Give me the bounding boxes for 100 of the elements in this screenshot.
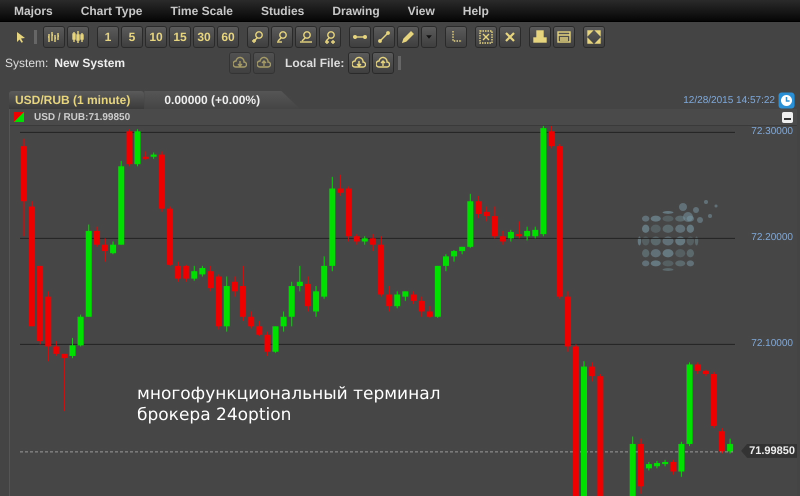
candlestick [296, 265, 303, 292]
candlestick [484, 206, 490, 222]
candlestick [426, 306, 433, 318]
cloud-upload-icon [257, 56, 272, 70]
zoom-in-icon [251, 30, 265, 44]
candlestick [199, 265, 206, 277]
timeframe-button[interactable]: 15 [169, 26, 191, 48]
fullscreen-icon [587, 30, 601, 44]
candlestick-icon [71, 30, 85, 44]
delete-box-icon [479, 30, 493, 44]
menu-item[interactable]: Time Scale [170, 4, 233, 18]
candlestick [418, 296, 425, 318]
local-file-label: Local File: [285, 56, 344, 70]
window-button[interactable] [553, 26, 575, 48]
candlestick [548, 126, 555, 149]
minimize-icon[interactable] [782, 112, 793, 122]
candlestick [370, 234, 376, 252]
candlestick [451, 250, 458, 262]
price-axis-label: 72.30000 [751, 126, 793, 138]
candlestick-button[interactable] [67, 26, 89, 48]
menu-item[interactable]: Chart Type [80, 4, 142, 18]
menu-item[interactable]: Help [462, 4, 489, 18]
zoom-fit-icon [323, 30, 337, 44]
pencil-button[interactable] [397, 26, 419, 48]
line-button[interactable] [349, 26, 371, 48]
menu-item[interactable]: Studies [260, 4, 304, 18]
candlestick [475, 195, 482, 219]
candlestick [442, 254, 449, 272]
candlestick [175, 261, 182, 282]
candlestick [727, 438, 734, 454]
price-axis-label: 72.10000 [751, 338, 793, 350]
candlestick [94, 226, 100, 248]
timeframe-button[interactable]: 30 [193, 26, 215, 48]
candlestick [337, 174, 344, 196]
candlestick [694, 362, 701, 374]
candlestick [70, 337, 76, 359]
delete-selection-button[interactable] [475, 26, 497, 48]
candlestick [719, 428, 726, 454]
system-download-button[interactable] [229, 52, 252, 74]
bar-chart-icon [47, 30, 61, 44]
file-download-button[interactable] [348, 52, 370, 74]
trend-line-button[interactable] [373, 26, 395, 48]
menu-item[interactable]: Drawing [332, 4, 380, 18]
candlestick [304, 276, 311, 312]
candlestick [102, 238, 108, 262]
symbol-tab[interactable]: USD/RUB (1 minute) [9, 91, 144, 109]
bar-chart-button[interactable] [43, 26, 65, 48]
candlestick [110, 241, 116, 255]
zoom-all-button[interactable] [319, 26, 341, 48]
candlestick [532, 226, 538, 239]
fullscreen-button[interactable] [583, 26, 605, 48]
zoom-out-icon [275, 30, 289, 44]
timeframe-button[interactable]: 60 [217, 26, 239, 48]
system-upload-button[interactable] [253, 52, 276, 74]
candlestick [500, 230, 506, 246]
file-upload-button[interactable] [372, 52, 394, 74]
clock-icon[interactable] [778, 92, 795, 109]
menu-item[interactable]: View [408, 4, 435, 18]
cloud-download-icon [352, 56, 366, 70]
candlestick [492, 206, 498, 239]
timestamp: 12/28/2015 14:57:22 [683, 95, 775, 106]
zoom-out-button[interactable] [271, 26, 293, 48]
candlestick [394, 290, 400, 309]
pencil-icon [401, 30, 415, 44]
candlestick [410, 290, 416, 305]
zoom-x-button[interactable] [295, 26, 317, 48]
caption-text: многофункциональный терминал брокера 24option [137, 384, 441, 426]
candlestick [232, 276, 238, 298]
system-label: System: [5, 56, 48, 70]
last-price-label: 71.99850 [741, 444, 797, 458]
timeframe-button[interactable]: 10 [145, 26, 167, 48]
menu-item[interactable]: Majors [14, 4, 53, 18]
cloud-download-icon [233, 56, 248, 70]
candlestick [280, 310, 287, 332]
candlestick [524, 226, 530, 241]
candlestick [354, 234, 360, 246]
candlestick [670, 459, 676, 476]
candlestick [589, 362, 596, 382]
close-button[interactable] [499, 26, 521, 48]
timeframe-button[interactable]: 1 [97, 26, 119, 48]
candlestick [256, 320, 262, 336]
candlestick [183, 264, 190, 282]
candlestick [191, 265, 198, 282]
candlestick [508, 229, 514, 242]
candlestick [264, 331, 270, 356]
candlestick [516, 220, 522, 239]
trend-line-icon [377, 30, 391, 44]
zoom-in-button[interactable] [247, 26, 269, 48]
candlestick [61, 353, 68, 412]
split-square-icon [14, 112, 24, 122]
legend-label: USD / RUB:71.99850 [34, 112, 130, 122]
window-icon [557, 30, 571, 44]
price-axis-label: 72.20000 [751, 232, 793, 244]
candlestick [313, 286, 320, 318]
candlestick [248, 310, 254, 329]
candlestick [53, 340, 60, 356]
close-icon [503, 30, 517, 44]
timeframe-button[interactable]: 5 [121, 26, 143, 48]
cloud-upload-icon [376, 56, 390, 70]
candlestick [208, 265, 214, 292]
